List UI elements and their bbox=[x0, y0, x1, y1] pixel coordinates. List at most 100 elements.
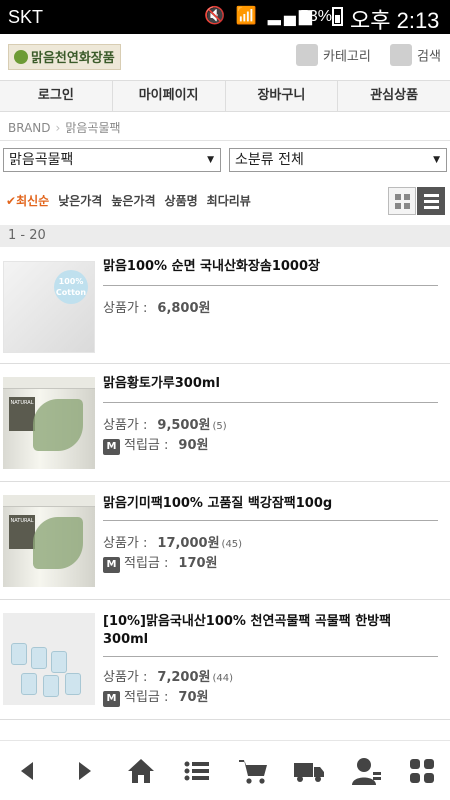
image-part bbox=[43, 675, 59, 697]
battery-icon bbox=[332, 7, 343, 26]
battery-percent: 53% bbox=[300, 8, 333, 25]
divider bbox=[103, 285, 438, 286]
product-item[interactable]: [10%]맑음국내산100% 천연곡물팩 곡물팩 한방팩 300ml 상품가 :… bbox=[0, 600, 450, 720]
category-icon bbox=[296, 44, 318, 66]
product-image[interactable] bbox=[3, 613, 95, 705]
image-part bbox=[33, 517, 83, 569]
sort-latest[interactable]: ✔최신순 bbox=[6, 192, 49, 209]
divider bbox=[103, 402, 438, 403]
carrier-label: SKT bbox=[8, 7, 44, 27]
sort-reviews[interactable]: 최다리뷰 bbox=[207, 192, 251, 209]
review-count: (5) bbox=[212, 421, 227, 432]
image-part bbox=[51, 651, 67, 673]
price-label: 상품가 : bbox=[103, 670, 148, 685]
nav-wishlist[interactable]: 관심상품 bbox=[338, 81, 450, 111]
divider bbox=[103, 520, 438, 521]
product-points: M 적립금 : 70원 bbox=[103, 686, 208, 707]
image-part bbox=[21, 673, 37, 695]
product-points: M 적립금 : 90원 bbox=[103, 434, 208, 455]
result-range: 1 - 20 bbox=[0, 225, 450, 247]
category-button[interactable]: 카테고리 bbox=[296, 44, 371, 70]
points-value: 90원 bbox=[178, 438, 209, 453]
product-image[interactable]: NATURAL bbox=[3, 377, 95, 469]
check-icon: ✔ bbox=[6, 194, 17, 208]
top-nav: 로그인 마이페이지 장바구니 관심상품 bbox=[0, 80, 450, 112]
image-part bbox=[3, 377, 95, 389]
menu-list-icon[interactable] bbox=[180, 754, 214, 788]
delivery-truck-icon[interactable] bbox=[292, 754, 326, 788]
points-value: 70원 bbox=[178, 690, 209, 705]
user-icon[interactable] bbox=[349, 754, 383, 788]
product-name[interactable]: 맑음황토가루300ml bbox=[103, 375, 438, 393]
sort-high-price[interactable]: 높은가격 bbox=[111, 192, 155, 209]
price-label: 상품가 : bbox=[103, 418, 148, 433]
nav-mypage[interactable]: 마이페이지 bbox=[113, 81, 226, 111]
product-price: 상품가 : 6,800원 bbox=[103, 297, 211, 316]
subcategory-select[interactable]: 소분류 전체 ▼ bbox=[229, 148, 447, 172]
sort-name[interactable]: 상품명 bbox=[165, 192, 198, 209]
points-label: 적립금 : bbox=[124, 556, 169, 571]
points-label: 적립금 : bbox=[124, 690, 169, 705]
chevron-down-icon: ▼ bbox=[207, 155, 214, 165]
price-label: 상품가 : bbox=[103, 536, 148, 551]
clock: 오후 2:13 bbox=[350, 8, 440, 33]
product-item[interactable]: NATURAL 맑음기미팩100% 고품질 백강잠팩100g 상품가 : 17,0… bbox=[0, 482, 450, 600]
nav-login[interactable]: 로그인 bbox=[0, 81, 113, 111]
price-value: 17,000원 bbox=[157, 536, 220, 551]
price-value: 7,200원 bbox=[157, 670, 211, 685]
subcategory-select-value: 소분류 전체 bbox=[235, 152, 304, 168]
list-view-icon bbox=[424, 194, 439, 209]
breadcrumb: BRAND › 맑음곡물팩 bbox=[8, 119, 121, 136]
search-icon bbox=[390, 44, 412, 66]
bottom-toolbar bbox=[0, 740, 450, 800]
sort-options: ✔최신순 낮은가격 높은가격 상품명 최다리뷰 bbox=[6, 192, 251, 209]
sort-low-price[interactable]: 낮은가격 bbox=[58, 192, 102, 209]
cart-icon[interactable] bbox=[236, 754, 270, 788]
breadcrumb-root[interactable]: BRAND bbox=[8, 121, 51, 135]
breadcrumb-separator-icon: › bbox=[55, 121, 61, 135]
home-icon[interactable] bbox=[124, 754, 158, 788]
product-name[interactable]: [10%]맑음국내산100% 천연곡물팩 곡물팩 한방팩 300ml bbox=[103, 613, 438, 649]
points-badge-icon: M bbox=[103, 439, 120, 455]
product-item[interactable]: NATURAL 맑음황토가루300ml 상품가 : 9,500원 (5) M 적립금 … bbox=[0, 364, 450, 482]
nav-cart[interactable]: 장바구니 bbox=[226, 81, 339, 111]
review-count: (44) bbox=[212, 673, 234, 684]
category-label: 카테고리 bbox=[323, 49, 371, 65]
logo-mark-icon bbox=[14, 50, 28, 64]
site-logo[interactable]: 맑음천연화장품 bbox=[8, 44, 121, 70]
points-value: 170원 bbox=[178, 556, 218, 571]
product-item[interactable]: 100% Cotton 맑음100% 순면 국내산화장솜1000장 상품가 : 6… bbox=[0, 247, 450, 364]
search-label: 검색 bbox=[417, 49, 441, 65]
image-part bbox=[31, 647, 47, 669]
product-price: 상품가 : 7,200원 (44) bbox=[103, 666, 233, 685]
image-part: NATURAL bbox=[9, 515, 35, 549]
list-view-button[interactable] bbox=[417, 187, 445, 215]
breadcrumb-current: 맑음곡물팩 bbox=[65, 121, 121, 135]
status-icons: 🔇 📶 ▂▄▆ bbox=[204, 6, 315, 25]
search-button[interactable]: 검색 bbox=[390, 44, 441, 70]
apps-grid-icon[interactable] bbox=[405, 754, 439, 788]
product-name[interactable]: 맑음100% 순면 국내산화장솜1000장 bbox=[103, 258, 438, 276]
sort-latest-label: 최신순 bbox=[16, 194, 50, 208]
forward-icon[interactable] bbox=[67, 754, 101, 788]
product-image[interactable]: 100% Cotton bbox=[3, 261, 95, 353]
product-price: 상품가 : 17,000원 (45) bbox=[103, 532, 242, 551]
grid-view-button[interactable] bbox=[388, 187, 416, 215]
image-part bbox=[3, 495, 95, 507]
product-image[interactable]: NATURAL bbox=[3, 495, 95, 587]
points-label: 적립금 : bbox=[124, 438, 169, 453]
grid-view-icon bbox=[395, 194, 410, 209]
price-label: 상품가 : bbox=[103, 301, 148, 316]
product-points: M 적립금 : 170원 bbox=[103, 552, 218, 573]
logo-text: 맑음천연화장품 bbox=[31, 51, 115, 66]
category-select-value: 맑음곡물팩 bbox=[9, 152, 74, 168]
back-icon[interactable] bbox=[11, 754, 45, 788]
product-name[interactable]: 맑음기미팩100% 고품질 백강잠팩100g bbox=[103, 495, 438, 513]
points-badge-icon: M bbox=[103, 557, 120, 573]
image-part bbox=[65, 673, 81, 695]
chevron-down-icon: ▼ bbox=[433, 155, 440, 165]
cotton-badge: 100% Cotton bbox=[54, 270, 88, 304]
category-select[interactable]: 맑음곡물팩 ▼ bbox=[3, 148, 221, 172]
points-badge-icon: M bbox=[103, 691, 120, 707]
image-part bbox=[33, 399, 83, 451]
